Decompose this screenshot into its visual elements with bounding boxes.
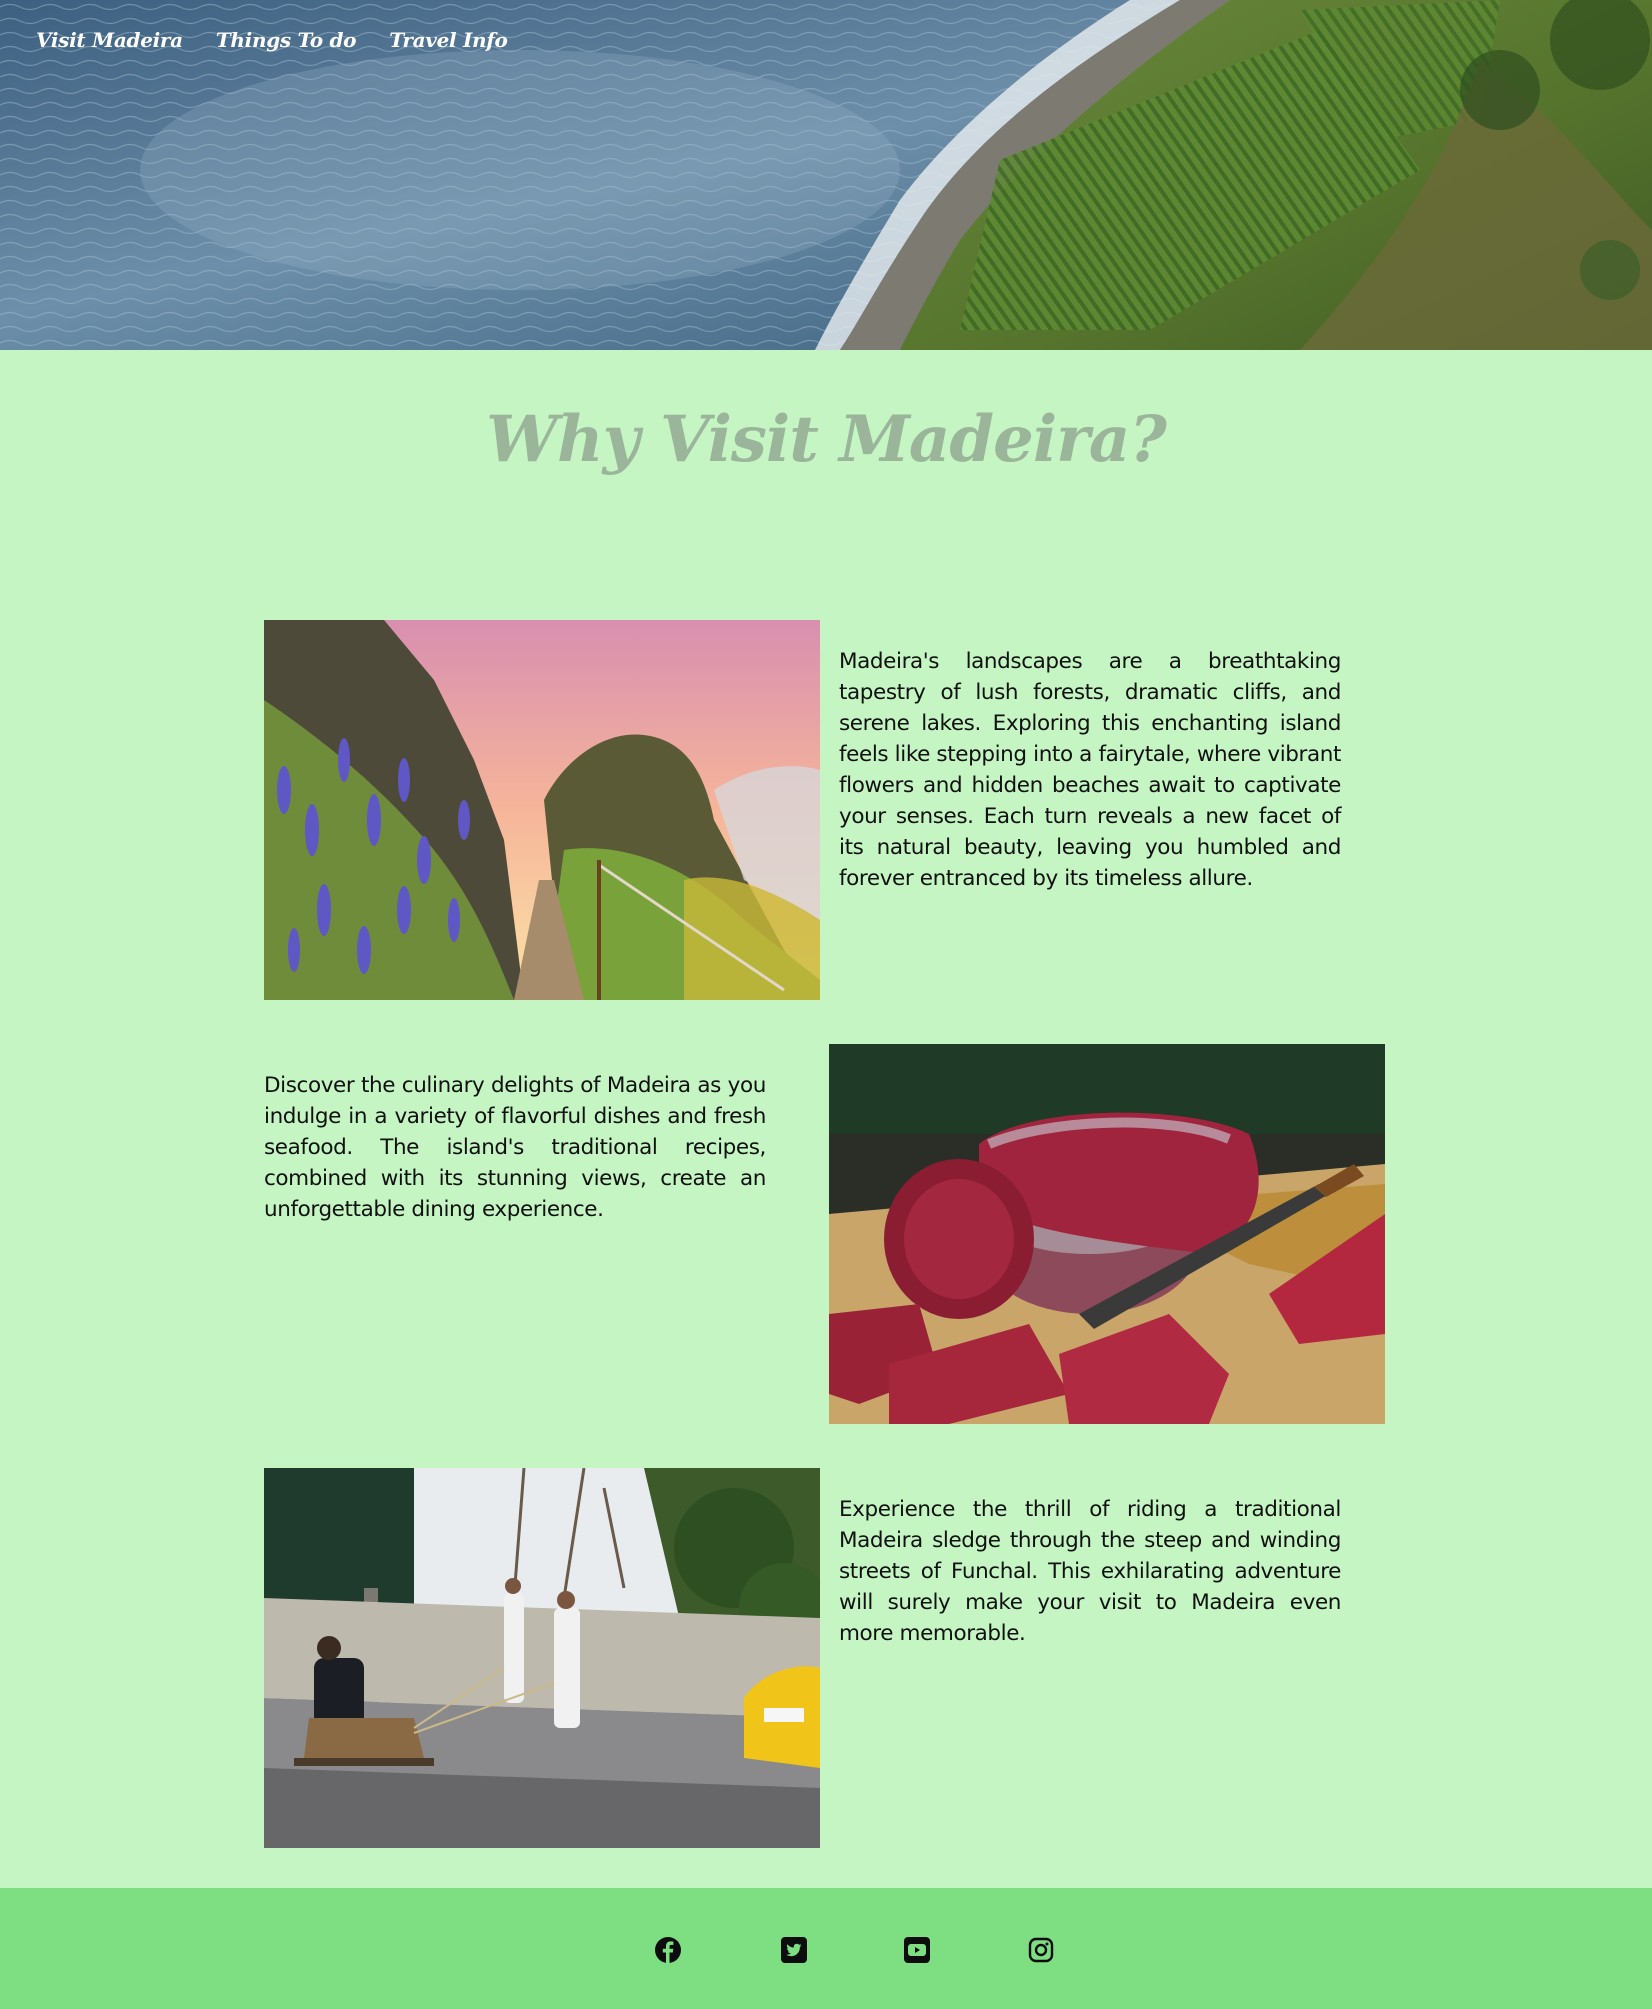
- cuisine-description: Discover the culinary delights of Madeir…: [264, 1073, 766, 1222]
- sledge-description: Experience the thrill of riding a tradit…: [839, 1497, 1341, 1646]
- toboggan-sledge-photo: [264, 1468, 820, 1848]
- fresh-tuna-photo: [829, 1044, 1385, 1424]
- coastline-aerial-photo: [0, 0, 1652, 350]
- madeira-flower-path-photo: [264, 620, 820, 1000]
- page-title: Why Visit Madeira?: [486, 402, 1167, 477]
- twitter-icon[interactable]: [780, 1936, 808, 1964]
- instagram-icon[interactable]: [1027, 1936, 1055, 1964]
- nav-link-travel-info[interactable]: Travel Info: [389, 28, 508, 52]
- nav-link-visit-madeira[interactable]: Visit Madeira: [36, 28, 183, 52]
- main-nav: Visit Madeira Things To do Travel Info: [36, 28, 508, 52]
- hero-banner: Visit Madeira Things To do Travel Info: [0, 0, 1652, 350]
- footer: [0, 1888, 1652, 2009]
- nav-link-things-to-do[interactable]: Things To do: [216, 28, 357, 52]
- facebook-icon[interactable]: [654, 1936, 682, 1964]
- youtube-icon[interactable]: [903, 1936, 931, 1964]
- landscape-description: Madeira's landscapes are a breathtaking …: [839, 649, 1341, 891]
